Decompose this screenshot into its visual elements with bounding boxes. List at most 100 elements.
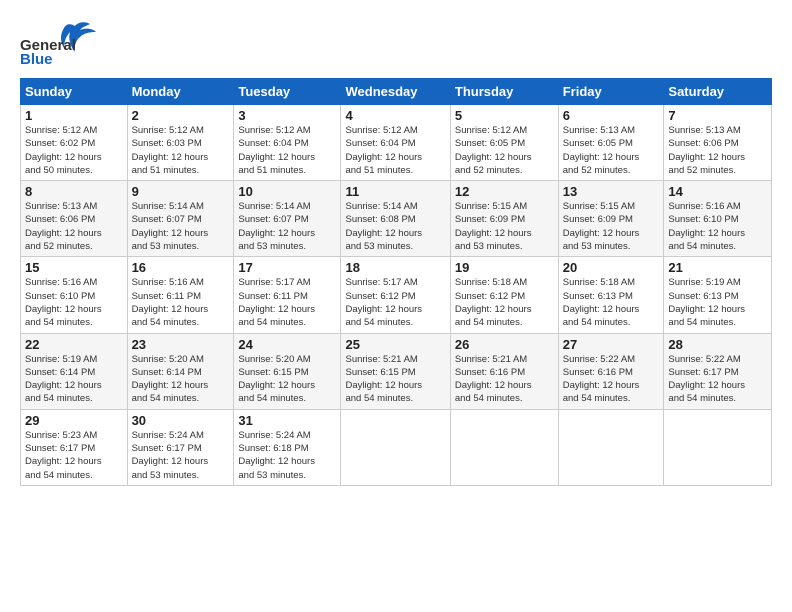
day-number: 3 — [238, 108, 336, 123]
day-info: Sunrise: 5:16 AM Sunset: 6:11 PM Dayligh… — [132, 276, 230, 329]
day-info: Sunrise: 5:22 AM Sunset: 6:17 PM Dayligh… — [668, 353, 767, 406]
calendar-header-row: SundayMondayTuesdayWednesdayThursdayFrid… — [21, 79, 772, 105]
calendar-cell — [558, 409, 664, 485]
weekday-header: Thursday — [450, 79, 558, 105]
calendar-cell: 16Sunrise: 5:16 AM Sunset: 6:11 PM Dayli… — [127, 257, 234, 333]
day-number: 26 — [455, 337, 554, 352]
calendar-cell: 27Sunrise: 5:22 AM Sunset: 6:16 PM Dayli… — [558, 333, 664, 409]
day-number: 18 — [345, 260, 445, 275]
day-info: Sunrise: 5:15 AM Sunset: 6:09 PM Dayligh… — [563, 200, 660, 253]
day-number: 30 — [132, 413, 230, 428]
day-number: 11 — [345, 184, 445, 199]
day-number: 15 — [25, 260, 123, 275]
calendar-cell: 24Sunrise: 5:20 AM Sunset: 6:15 PM Dayli… — [234, 333, 341, 409]
calendar-cell: 13Sunrise: 5:15 AM Sunset: 6:09 PM Dayli… — [558, 181, 664, 257]
calendar-cell: 10Sunrise: 5:14 AM Sunset: 6:07 PM Dayli… — [234, 181, 341, 257]
weekday-header: Monday — [127, 79, 234, 105]
day-number: 8 — [25, 184, 123, 199]
day-number: 5 — [455, 108, 554, 123]
calendar-week-row: 1Sunrise: 5:12 AM Sunset: 6:02 PM Daylig… — [21, 105, 772, 181]
calendar-cell: 19Sunrise: 5:18 AM Sunset: 6:12 PM Dayli… — [450, 257, 558, 333]
calendar-cell: 20Sunrise: 5:18 AM Sunset: 6:13 PM Dayli… — [558, 257, 664, 333]
calendar-cell — [450, 409, 558, 485]
day-info: Sunrise: 5:18 AM Sunset: 6:12 PM Dayligh… — [455, 276, 554, 329]
calendar-week-row: 22Sunrise: 5:19 AM Sunset: 6:14 PM Dayli… — [21, 333, 772, 409]
page: General Blue SundayMondayTuesdayWednesda… — [0, 0, 792, 612]
calendar-cell: 7Sunrise: 5:13 AM Sunset: 6:06 PM Daylig… — [664, 105, 772, 181]
calendar-cell: 31Sunrise: 5:24 AM Sunset: 6:18 PM Dayli… — [234, 409, 341, 485]
calendar-week-row: 8Sunrise: 5:13 AM Sunset: 6:06 PM Daylig… — [21, 181, 772, 257]
day-number: 2 — [132, 108, 230, 123]
day-info: Sunrise: 5:21 AM Sunset: 6:15 PM Dayligh… — [345, 353, 445, 406]
day-number: 21 — [668, 260, 767, 275]
day-info: Sunrise: 5:20 AM Sunset: 6:14 PM Dayligh… — [132, 353, 230, 406]
day-number: 20 — [563, 260, 660, 275]
day-info: Sunrise: 5:24 AM Sunset: 6:17 PM Dayligh… — [132, 429, 230, 482]
calendar-week-row: 15Sunrise: 5:16 AM Sunset: 6:10 PM Dayli… — [21, 257, 772, 333]
calendar-cell: 8Sunrise: 5:13 AM Sunset: 6:06 PM Daylig… — [21, 181, 128, 257]
calendar-cell: 12Sunrise: 5:15 AM Sunset: 6:09 PM Dayli… — [450, 181, 558, 257]
day-number: 12 — [455, 184, 554, 199]
day-number: 9 — [132, 184, 230, 199]
day-info: Sunrise: 5:23 AM Sunset: 6:17 PM Dayligh… — [25, 429, 123, 482]
day-info: Sunrise: 5:16 AM Sunset: 6:10 PM Dayligh… — [668, 200, 767, 253]
calendar-cell — [341, 409, 450, 485]
day-info: Sunrise: 5:14 AM Sunset: 6:07 PM Dayligh… — [132, 200, 230, 253]
day-info: Sunrise: 5:13 AM Sunset: 6:06 PM Dayligh… — [668, 124, 767, 177]
day-number: 23 — [132, 337, 230, 352]
day-number: 16 — [132, 260, 230, 275]
day-number: 17 — [238, 260, 336, 275]
calendar-cell: 23Sunrise: 5:20 AM Sunset: 6:14 PM Dayli… — [127, 333, 234, 409]
calendar-cell: 30Sunrise: 5:24 AM Sunset: 6:17 PM Dayli… — [127, 409, 234, 485]
day-info: Sunrise: 5:15 AM Sunset: 6:09 PM Dayligh… — [455, 200, 554, 253]
day-info: Sunrise: 5:22 AM Sunset: 6:16 PM Dayligh… — [563, 353, 660, 406]
day-number: 24 — [238, 337, 336, 352]
day-info: Sunrise: 5:12 AM Sunset: 6:04 PM Dayligh… — [238, 124, 336, 177]
calendar-table: SundayMondayTuesdayWednesdayThursdayFrid… — [20, 78, 772, 486]
svg-text:Blue: Blue — [20, 51, 53, 68]
calendar-cell: 11Sunrise: 5:14 AM Sunset: 6:08 PM Dayli… — [341, 181, 450, 257]
day-number: 1 — [25, 108, 123, 123]
day-info: Sunrise: 5:20 AM Sunset: 6:15 PM Dayligh… — [238, 353, 336, 406]
calendar-cell: 15Sunrise: 5:16 AM Sunset: 6:10 PM Dayli… — [21, 257, 128, 333]
day-number: 22 — [25, 337, 123, 352]
day-info: Sunrise: 5:19 AM Sunset: 6:14 PM Dayligh… — [25, 353, 123, 406]
calendar-cell: 22Sunrise: 5:19 AM Sunset: 6:14 PM Dayli… — [21, 333, 128, 409]
day-number: 27 — [563, 337, 660, 352]
calendar-cell: 29Sunrise: 5:23 AM Sunset: 6:17 PM Dayli… — [21, 409, 128, 485]
day-number: 10 — [238, 184, 336, 199]
weekday-header: Sunday — [21, 79, 128, 105]
day-info: Sunrise: 5:21 AM Sunset: 6:16 PM Dayligh… — [455, 353, 554, 406]
calendar-cell: 2Sunrise: 5:12 AM Sunset: 6:03 PM Daylig… — [127, 105, 234, 181]
day-info: Sunrise: 5:12 AM Sunset: 6:04 PM Dayligh… — [345, 124, 445, 177]
day-info: Sunrise: 5:18 AM Sunset: 6:13 PM Dayligh… — [563, 276, 660, 329]
calendar-cell: 9Sunrise: 5:14 AM Sunset: 6:07 PM Daylig… — [127, 181, 234, 257]
calendar-cell: 1Sunrise: 5:12 AM Sunset: 6:02 PM Daylig… — [21, 105, 128, 181]
calendar-cell: 26Sunrise: 5:21 AM Sunset: 6:16 PM Dayli… — [450, 333, 558, 409]
calendar-cell: 6Sunrise: 5:13 AM Sunset: 6:05 PM Daylig… — [558, 105, 664, 181]
day-info: Sunrise: 5:12 AM Sunset: 6:03 PM Dayligh… — [132, 124, 230, 177]
logo: General Blue — [20, 18, 100, 68]
day-number: 6 — [563, 108, 660, 123]
logo-icon: General Blue — [20, 18, 100, 68]
calendar-cell: 4Sunrise: 5:12 AM Sunset: 6:04 PM Daylig… — [341, 105, 450, 181]
calendar-cell: 5Sunrise: 5:12 AM Sunset: 6:05 PM Daylig… — [450, 105, 558, 181]
calendar-cell: 17Sunrise: 5:17 AM Sunset: 6:11 PM Dayli… — [234, 257, 341, 333]
day-info: Sunrise: 5:16 AM Sunset: 6:10 PM Dayligh… — [25, 276, 123, 329]
calendar-cell — [664, 409, 772, 485]
day-info: Sunrise: 5:17 AM Sunset: 6:12 PM Dayligh… — [345, 276, 445, 329]
weekday-header: Friday — [558, 79, 664, 105]
weekday-header: Wednesday — [341, 79, 450, 105]
weekday-header: Tuesday — [234, 79, 341, 105]
day-info: Sunrise: 5:13 AM Sunset: 6:05 PM Dayligh… — [563, 124, 660, 177]
day-number: 14 — [668, 184, 767, 199]
day-info: Sunrise: 5:17 AM Sunset: 6:11 PM Dayligh… — [238, 276, 336, 329]
day-info: Sunrise: 5:14 AM Sunset: 6:07 PM Dayligh… — [238, 200, 336, 253]
day-number: 28 — [668, 337, 767, 352]
calendar-cell: 18Sunrise: 5:17 AM Sunset: 6:12 PM Dayli… — [341, 257, 450, 333]
day-number: 29 — [25, 413, 123, 428]
calendar-cell: 14Sunrise: 5:16 AM Sunset: 6:10 PM Dayli… — [664, 181, 772, 257]
day-number: 13 — [563, 184, 660, 199]
calendar-cell: 28Sunrise: 5:22 AM Sunset: 6:17 PM Dayli… — [664, 333, 772, 409]
header: General Blue — [20, 18, 772, 68]
